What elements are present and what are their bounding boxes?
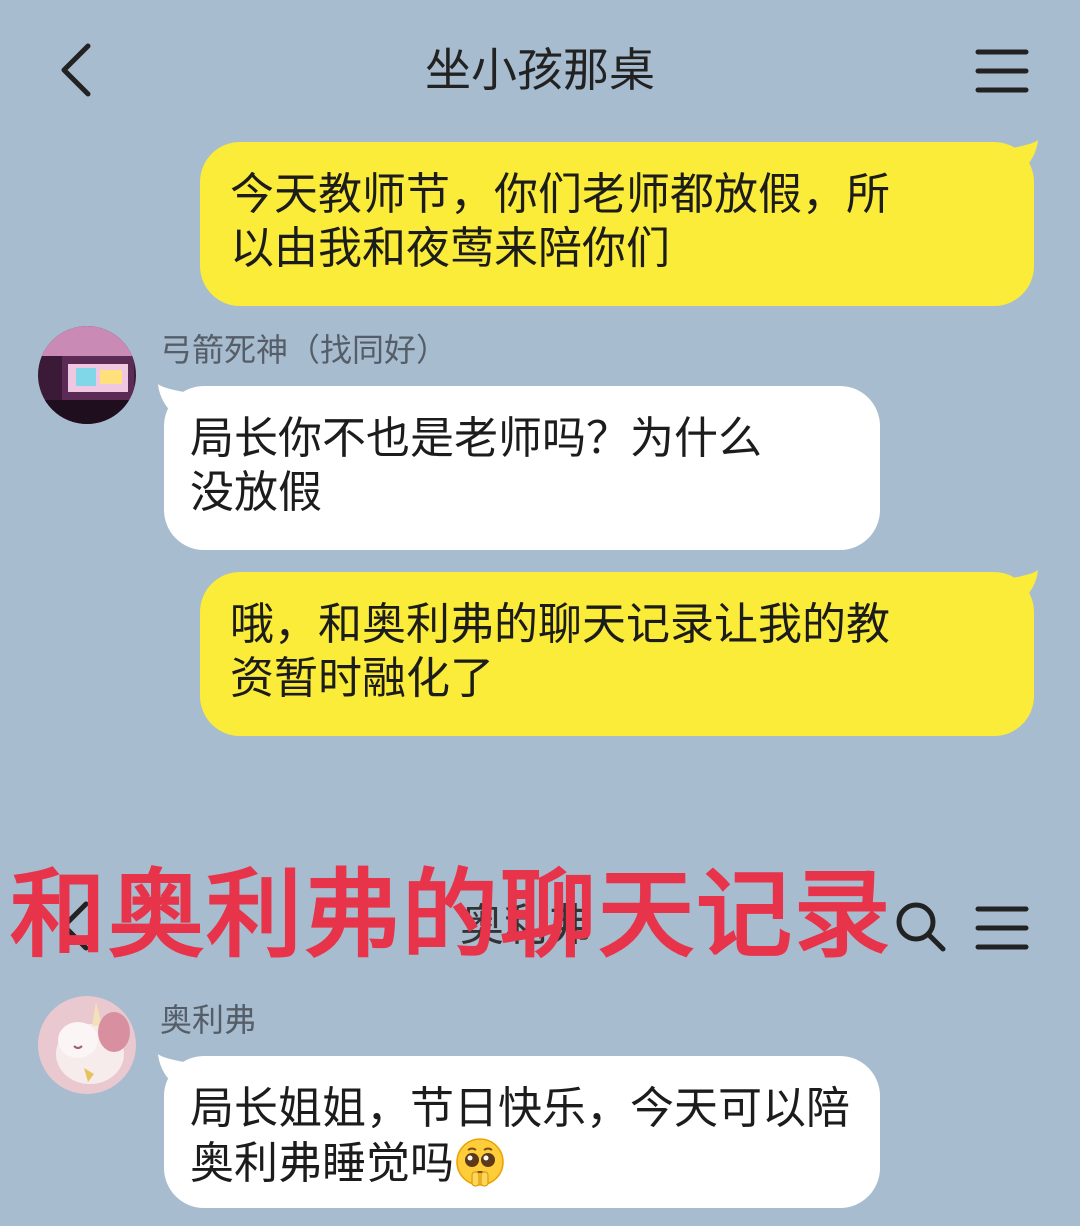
message-line: 没放假 bbox=[190, 467, 322, 518]
pleading-face-emoji bbox=[454, 1136, 506, 1201]
message-line: 局长你不也是老师吗？为什么 bbox=[190, 413, 762, 464]
message-line: 今天教师节，你们老师都放假，所 bbox=[230, 169, 890, 220]
embedded-search-button bbox=[892, 898, 948, 954]
bubble-tail bbox=[1012, 140, 1038, 174]
message-line: 以由我和夜莺来陪你们 bbox=[230, 223, 670, 274]
hamburger-menu-icon bbox=[975, 49, 1029, 93]
message-line: 奥利弗睡觉吗 bbox=[190, 1136, 854, 1201]
message-line-text: 奥利弗睡觉吗 bbox=[190, 1138, 454, 1189]
outgoing-message[interactable]: 今天教师节，你们老师都放假，所 以由我和夜莺来陪你们 bbox=[200, 142, 1034, 306]
overlay-caption: 和奥利弗的聊天记录 bbox=[10, 859, 892, 971]
search-icon bbox=[896, 902, 946, 952]
embedded-menu-button bbox=[972, 902, 1032, 954]
back-button[interactable] bbox=[52, 40, 102, 100]
bubble-tail bbox=[158, 384, 184, 418]
message-line: 局长姐姐，节日快乐，今天可以陪 bbox=[190, 1083, 850, 1134]
sender-name: 弓箭死神（找同好） bbox=[160, 331, 449, 369]
bubble-tail bbox=[1012, 570, 1038, 604]
message-line: 哦，和奥利弗的聊天记录让我的教 bbox=[230, 599, 890, 650]
incoming-message[interactable]: 局长你不也是老师吗？为什么 没放假 bbox=[164, 386, 880, 550]
hamburger-menu-icon bbox=[975, 906, 1029, 950]
incoming-message[interactable]: 局长姐姐，节日快乐，今天可以陪 奥利弗睡觉吗 bbox=[164, 1056, 880, 1208]
menu-button[interactable] bbox=[972, 44, 1032, 98]
avatar-image bbox=[38, 996, 136, 1094]
avatar[interactable] bbox=[38, 326, 136, 424]
outgoing-message[interactable]: 哦，和奥利弗的聊天记录让我的教 资暂时融化了 bbox=[200, 572, 1034, 736]
chat-title: 坐小孩那桌 bbox=[425, 43, 655, 97]
sender-name: 奥利弗 bbox=[160, 1001, 257, 1039]
bubble-tail bbox=[158, 1054, 184, 1088]
avatar-image bbox=[38, 326, 136, 424]
message-line: 资暂时融化了 bbox=[230, 653, 494, 704]
chat-header: 坐小孩那桌 bbox=[0, 0, 1080, 140]
avatar[interactable] bbox=[38, 996, 136, 1094]
chevron-left-icon bbox=[61, 43, 91, 97]
